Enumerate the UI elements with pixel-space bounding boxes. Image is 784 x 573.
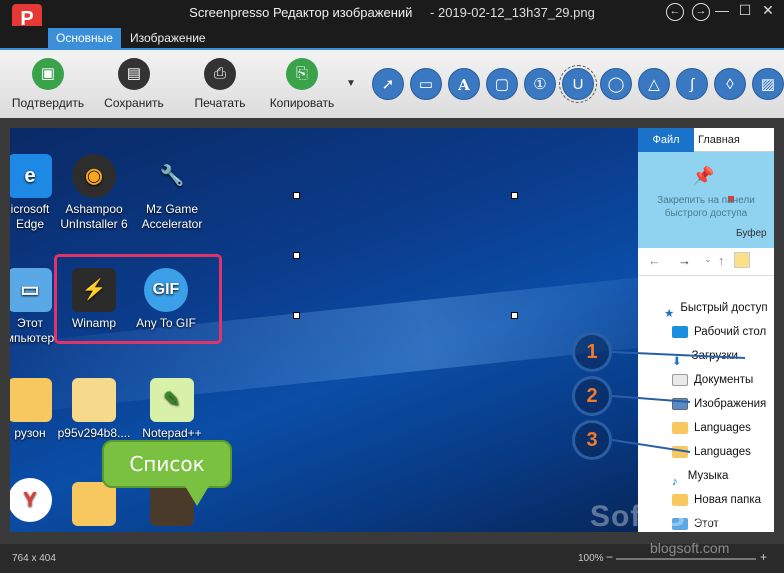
app-title: Screenpresso Редактор изображений (189, 5, 413, 20)
save-label: Сохранить (104, 96, 164, 110)
image-dimensions: 764 x 404 (12, 553, 56, 564)
canvas-area[interactable]: e icrosoft Edge ◉ Ashampoo UnInstaller 6… (0, 118, 784, 544)
forward-icon[interactable]: → (692, 3, 710, 21)
callout-number-1[interactable]: 1 (572, 332, 612, 372)
callout-number-3[interactable]: 3 (572, 420, 612, 460)
number-tool-icon[interactable]: ① (524, 68, 556, 100)
image-tool-icon[interactable]: ▨ (752, 68, 784, 100)
copy-button[interactable]: ⎘ Копировать (262, 50, 342, 110)
text-tool-icon[interactable]: A (448, 68, 480, 100)
floppy-green-icon: ▣ (32, 58, 64, 90)
screenpresso-editor-window: P Screenpresso Редактор изображений - 20… (0, 0, 784, 573)
magnet-tool-icon[interactable]: U (559, 65, 597, 103)
zoom-slider[interactable] (616, 558, 756, 560)
validate-label: Подтвердить (11, 96, 85, 110)
zoom-level: 100% (578, 553, 604, 564)
toolbar: ▣ Подтвердить ▤ Сохранить ⎙ Печатать ⎘ К… (0, 48, 784, 118)
freehand-tool-icon[interactable]: ∫ (676, 68, 708, 100)
save-button[interactable]: ▤ Сохранить (94, 50, 174, 110)
callout-number-2[interactable]: 2 (572, 376, 612, 416)
print-button[interactable]: ⎙ Печатать (180, 50, 260, 110)
print-label: Печатать (194, 96, 246, 110)
file-name-text: 2019-02-12_13h37_29.png (437, 5, 595, 20)
tab-image[interactable]: Изображение (122, 28, 214, 48)
speech-bubble-tail (185, 486, 209, 506)
screenshot-image[interactable]: e icrosoft Edge ◉ Ashampoo UnInstaller 6… (10, 128, 774, 532)
ellipse-tool-icon[interactable]: ◯ (600, 68, 632, 100)
watermark-logo: Soft-Blog (590, 500, 734, 533)
title-bar: P Screenpresso Редактор изображений - 20… (0, 0, 784, 34)
zoom-out-icon[interactable]: − (606, 550, 613, 564)
close-icon[interactable]: ✕ (758, 2, 778, 19)
blur-drop-tool-icon[interactable]: ◊ (714, 68, 746, 100)
copy-dropdown-icon[interactable]: ▼ (346, 78, 356, 89)
ribbon-tabs: Основные Изображение (0, 26, 784, 48)
tab-main[interactable]: Основные (48, 28, 121, 48)
back-icon[interactable]: ← (666, 3, 684, 21)
copy-label: Копировать (269, 96, 335, 110)
printer-icon: ⎙ (204, 58, 236, 90)
copy-icon: ⎘ (286, 58, 318, 90)
save-icon: ▤ (118, 58, 150, 90)
speech-bubble[interactable]: Список (102, 440, 232, 488)
validate-button[interactable]: ▣ Подтвердить (8, 50, 88, 110)
rectangle-tool-icon[interactable]: ▭ (410, 68, 442, 100)
watermark-url: blogsoft.com (650, 540, 730, 556)
file-name: - 2019-02-12_13h37_29.png (430, 5, 595, 20)
zoom-in-icon[interactable]: + (760, 550, 767, 564)
maximize-icon[interactable]: ☐ (735, 2, 755, 19)
callout-tool-icon[interactable]: ▢ (486, 68, 518, 100)
polygon-tool-icon[interactable]: △ (638, 68, 670, 100)
minimize-icon[interactable]: — (712, 2, 732, 18)
arrow-tool-icon[interactable]: ➚ (372, 68, 404, 100)
